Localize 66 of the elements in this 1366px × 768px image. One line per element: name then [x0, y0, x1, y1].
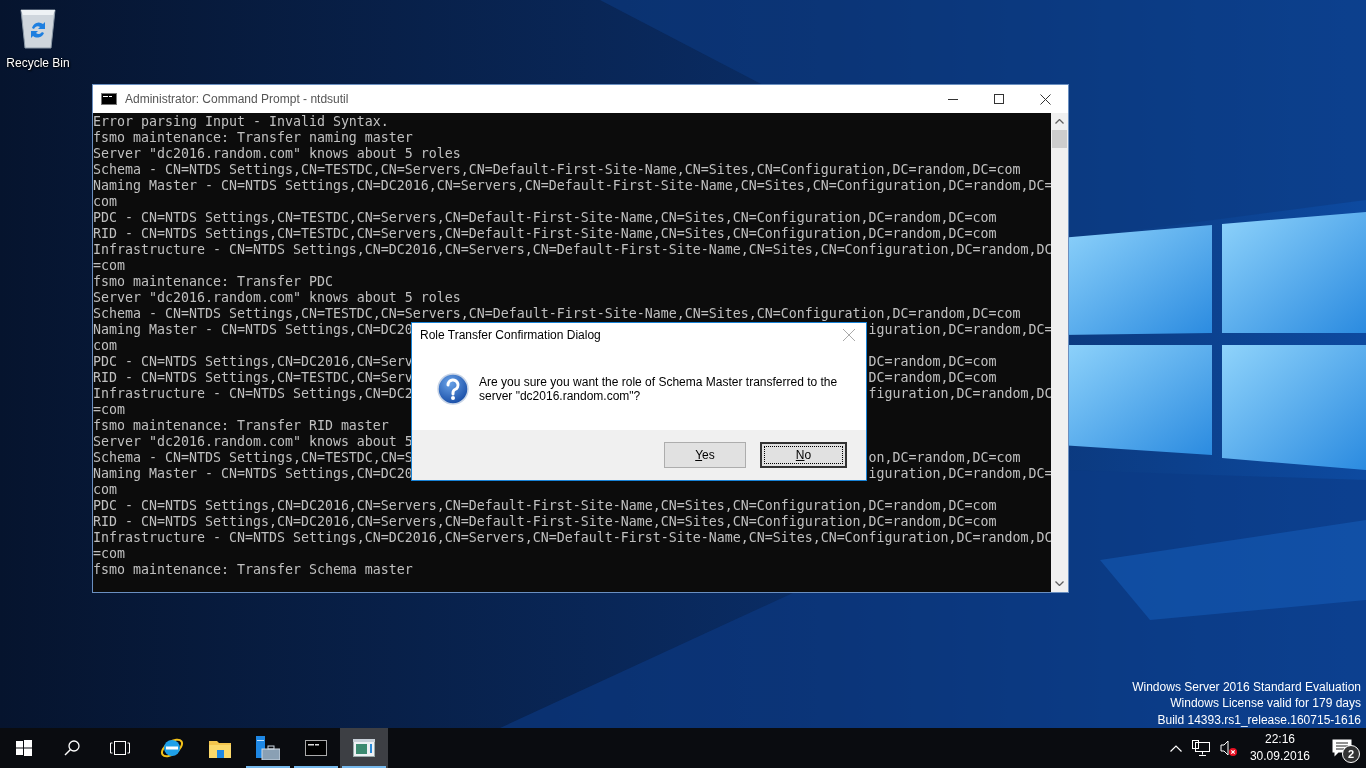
edition-notice: Windows License valid for 179 days — [1170, 695, 1361, 712]
console-icon[interactable] — [305, 740, 327, 756]
console-line: com — [93, 338, 117, 354]
console-line: Naming Master - CN=NTDS Settings,CN=DC20 — [93, 322, 413, 338]
console-line: Naming Master - CN=NTDS Settings,CN=DC20 — [93, 466, 413, 482]
task-view-icon[interactable] — [110, 741, 130, 755]
dialog-message: Are you sure you want the role of Schema Master transferred to the server "dc2016.random.com"? — [479, 374, 839, 403]
maximize-icon[interactable] — [994, 94, 1004, 104]
console-line: figuration,DC=random,DC — [868, 386, 1051, 402]
console-line: DC=random,DC=com — [868, 370, 997, 386]
chevron-up-icon[interactable] — [1169, 744, 1182, 752]
console-icon — [101, 93, 117, 105]
clock[interactable]: 22:16 30.09.2016 — [1241, 728, 1318, 768]
scroll-down-icon[interactable] — [1055, 581, 1064, 586]
console-line: RID - CN=NTDS Settings,CN=TESTDC,CN=Serv — [93, 370, 413, 386]
console-line: RID - CN=NTDS Settings,CN=DC2016,CN=Servers,CN=Default-First-Site-Name,CN=Sites,CN=Configuration,DC=random,DC=com — [93, 514, 997, 530]
console-line: com — [93, 482, 117, 498]
close-icon[interactable] — [1039, 93, 1051, 105]
console-line: Error parsing Input - Invalid Syntax. — [93, 114, 389, 130]
icon-label[interactable]: Recycle Bin — [6, 56, 70, 70]
dialog-button[interactable]: Yes — [664, 442, 746, 468]
console-line: =com — [93, 258, 125, 274]
taskbar-button[interactable] — [340, 728, 388, 768]
console-line: fsmo maintenance: Transfer naming master — [93, 130, 413, 146]
volume-muted-icon[interactable] — [1219, 740, 1237, 756]
scrollbar[interactable] — [1051, 113, 1068, 592]
console-line: Infrastructure - CN=NTDS Settings,CN=DC2016,CN=Servers,CN=Default-First-Site-Name,CN=Sites,CN=Configuration,DC=random,DC — [93, 530, 1051, 546]
app-window-icon[interactable] — [353, 739, 375, 757]
console-line: Schema - CN=NTDS Settings,CN=TESTDC,CN=Servers,CN=Default-First-Site-Name,CN=Sites,CN=Configuration,DC=random,DC=com — [93, 306, 1021, 322]
server-toolbox-icon[interactable] — [256, 736, 280, 760]
dialog-title: Role Transfer Confirmation Dialog — [420, 328, 601, 342]
console-line: on,DC=random,DC=com — [868, 450, 1021, 466]
console-line: fsmo maintenance: Transfer Schema master — [93, 562, 413, 578]
console-line: fsmo maintenance: Transfer PDC — [93, 274, 333, 290]
console-line: Infrastructure - CN=NTDS Settings,CN=DC2 — [93, 386, 413, 402]
clock-date: 30.09.2016 — [1249, 748, 1310, 765]
console-line: Server "dc2016.random.com" knows about 5 roles — [93, 146, 461, 162]
console-line: Infrastructure - CN=NTDS Settings,CN=DC2016,CN=Servers,CN=Default-First-Site-Name,CN=Sites,CN=Configuration,DC=random,DC — [93, 242, 1051, 258]
console-line: DC=random,DC=com — [868, 354, 997, 370]
question-icon — [437, 372, 469, 405]
dialog-button[interactable]: No — [760, 442, 847, 468]
notifications-button[interactable]: 2 — [1318, 728, 1366, 768]
clock-time: 22:16 — [1264, 731, 1295, 748]
window-title: Administrator: Command Prompt - ntdsutil — [125, 92, 349, 106]
console-line: Schema - CN=NTDS Settings,CN=TESTDC,CN=Servers,CN=Default-First-Site-Name,CN=Sites,CN=Configuration,DC=random,DC=com — [93, 162, 1021, 178]
console-line: =com — [93, 546, 125, 562]
console-line: =com — [93, 402, 125, 418]
console-line: RID - CN=NTDS Settings,CN=TESTDC,CN=Servers,CN=Default-First-Site-Name,CN=Sites,CN=Configuration,DC=random,DC=com — [93, 226, 997, 242]
console-line: Server "dc2016.random.com" knows about 5 roles — [93, 290, 461, 306]
browser-icon[interactable] — [160, 736, 184, 760]
scroll-up-icon[interactable] — [1055, 119, 1064, 124]
edition-notice: Windows Server 2016 Standard Evaluation — [1132, 678, 1361, 695]
network-icon[interactable] — [1191, 740, 1210, 756]
notification-count: 2 — [1342, 745, 1360, 763]
search-icon[interactable] — [64, 740, 80, 756]
console-line: com — [93, 194, 117, 210]
console-line: Schema - CN=NTDS Settings,CN=TESTDC,CN=S — [93, 450, 413, 466]
console-line: PDC - CN=NTDS Settings,CN=DC2016,CN=Servers,CN=Default-First-Site-Name,CN=Sites,CN=Configuration,DC=random,DC=com — [93, 498, 997, 514]
edition-notice: Build 14393.rs1_release.160715-1616 — [1157, 711, 1361, 728]
recycle-bin-icon[interactable] — [18, 6, 58, 50]
console-line: PDC - CN=NTDS Settings,CN=TESTDC,CN=Servers,CN=Default-First-Site-Name,CN=Sites,CN=Configuration,DC=random,DC=com — [93, 210, 997, 226]
scroll-thumb[interactable] — [1052, 130, 1067, 148]
console-line: fsmo maintenance: Transfer RID master — [93, 418, 389, 434]
folder-icon[interactable] — [209, 738, 231, 758]
console-line: PDC - CN=NTDS Settings,CN=DC2016,CN=Serv — [93, 354, 413, 370]
start-icon[interactable] — [16, 740, 32, 756]
